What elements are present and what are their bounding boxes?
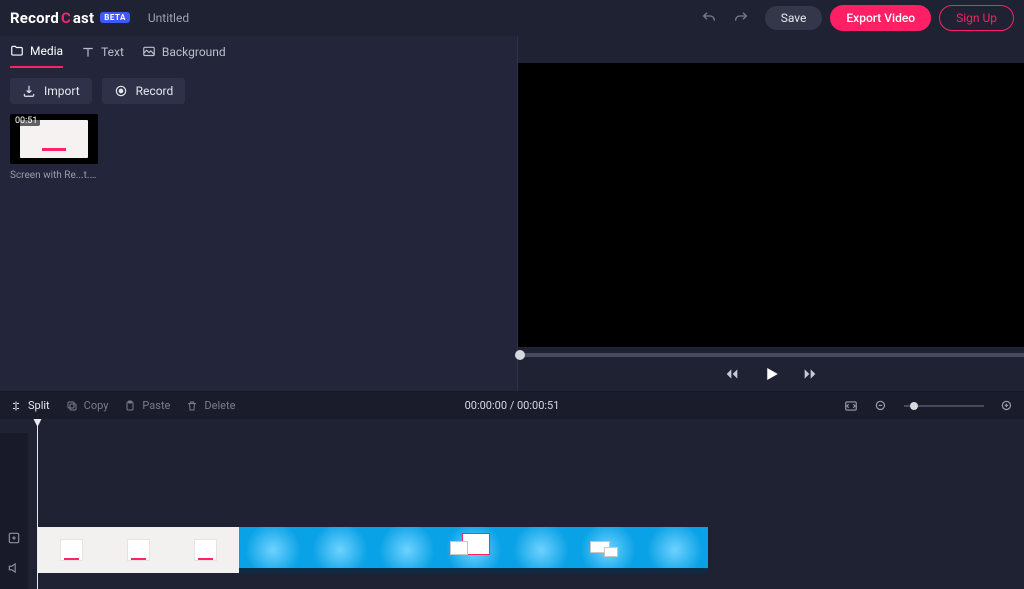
media-item[interactable]: 00:51 Screen with Re...t.webm: [10, 114, 98, 181]
delete-button[interactable]: Delete: [186, 399, 235, 412]
paste-button[interactable]: Paste: [124, 399, 170, 412]
project-title[interactable]: Untitled: [148, 11, 189, 25]
copy-button[interactable]: Copy: [66, 399, 109, 412]
export-button[interactable]: Export Video: [830, 5, 931, 31]
tab-text[interactable]: Text: [81, 45, 124, 67]
add-track-button[interactable]: [7, 531, 21, 545]
scrub-track[interactable]: [518, 353, 1024, 357]
speaker-icon: [7, 561, 21, 575]
image-icon: [142, 45, 156, 59]
play-button[interactable]: [762, 365, 780, 383]
undo-icon: [701, 10, 717, 26]
mute-track-button[interactable]: [7, 561, 21, 575]
media-panel: Media Text Background Import: [0, 36, 518, 391]
signup-button[interactable]: Sign Up: [939, 5, 1014, 31]
track-gutter: [0, 419, 28, 589]
logo-text-suffix: ast: [73, 9, 94, 27]
copy-icon: [66, 400, 78, 412]
save-button[interactable]: Save: [765, 6, 823, 30]
logo: Record C ast BETA: [10, 9, 130, 27]
logo-text-prefix: Record: [10, 9, 59, 27]
record-icon: [114, 84, 128, 98]
panel-tabs: Media Text Background: [0, 36, 517, 68]
import-label: Import: [44, 84, 80, 98]
folder-icon: [10, 44, 24, 58]
transport-controls: [518, 357, 1024, 391]
clip-frame: [172, 527, 239, 573]
timeline-time: 00:00:00 / 00:00:51: [465, 399, 560, 412]
paste-label: Paste: [142, 399, 170, 412]
tab-background-label: Background: [162, 45, 226, 59]
trash-icon: [186, 400, 198, 412]
clip-frame: [105, 527, 172, 573]
playhead[interactable]: [37, 419, 38, 589]
logo-accent: C: [61, 9, 71, 27]
beta-badge: BETA: [100, 12, 130, 23]
split-label: Split: [28, 399, 50, 412]
scrub-thumb[interactable]: [515, 350, 525, 360]
forward-icon: [802, 366, 818, 382]
video-preview[interactable]: [518, 63, 1024, 347]
redo-icon: [733, 10, 749, 26]
fit-icon: [844, 399, 858, 413]
rewind-icon: [724, 366, 740, 382]
app-header: Record C ast BETA Untitled Save Export V…: [0, 0, 1024, 36]
media-filename: Screen with Re...t.webm: [10, 170, 98, 181]
copy-label: Copy: [84, 399, 109, 412]
tab-background[interactable]: Background: [142, 45, 226, 67]
tab-text-label: Text: [101, 45, 124, 59]
zoom-in-button[interactable]: [1000, 399, 1014, 413]
tab-media[interactable]: Media: [10, 44, 63, 68]
tracks-area[interactable]: [28, 433, 1024, 589]
record-button[interactable]: Record: [102, 78, 186, 104]
undo-button[interactable]: [697, 6, 721, 30]
plus-square-icon: [7, 531, 21, 545]
main-area: Media Text Background Import: [0, 36, 1024, 391]
zoom-knob[interactable]: [910, 402, 918, 410]
split-button[interactable]: Split: [10, 399, 50, 412]
panel-actions: Import Record: [0, 68, 517, 114]
split-icon: [10, 400, 22, 412]
clip-frame: [574, 527, 641, 573]
import-button[interactable]: Import: [10, 78, 92, 104]
delete-label: Delete: [204, 399, 235, 412]
import-icon: [22, 84, 36, 98]
clip-frame: [373, 527, 440, 573]
paste-icon: [124, 400, 136, 412]
record-label: Record: [136, 84, 174, 98]
forward-button[interactable]: [802, 366, 818, 382]
media-grid: 00:51 Screen with Re...t.webm: [0, 114, 517, 181]
timeline-toolbar: Split Copy Paste Delete 00:00:00 / 00:00…: [0, 391, 1024, 419]
fit-button[interactable]: [844, 399, 858, 413]
timeline[interactable]: [0, 419, 1024, 589]
clip-frame: [306, 527, 373, 573]
timeline-ruler[interactable]: [0, 419, 1024, 433]
tab-media-label: Media: [30, 44, 63, 58]
zoom-slider[interactable]: [904, 405, 984, 407]
media-thumbnail: 00:51: [10, 114, 98, 164]
clip-frame: [38, 527, 105, 573]
clip-frame: [239, 527, 306, 573]
clip-frame: [507, 527, 574, 573]
media-duration: 00:51: [12, 116, 40, 126]
video-clip[interactable]: [38, 527, 708, 573]
zoom-out-icon: [874, 399, 888, 413]
zoom-in-icon: [1000, 399, 1014, 413]
preview-panel: [518, 36, 1024, 391]
play-icon: [762, 365, 780, 383]
rewind-button[interactable]: [724, 366, 740, 382]
text-icon: [81, 45, 95, 59]
clip-frame: [641, 527, 708, 573]
redo-button[interactable]: [729, 6, 753, 30]
zoom-out-button[interactable]: [874, 399, 888, 413]
clip-frame: [440, 527, 507, 573]
